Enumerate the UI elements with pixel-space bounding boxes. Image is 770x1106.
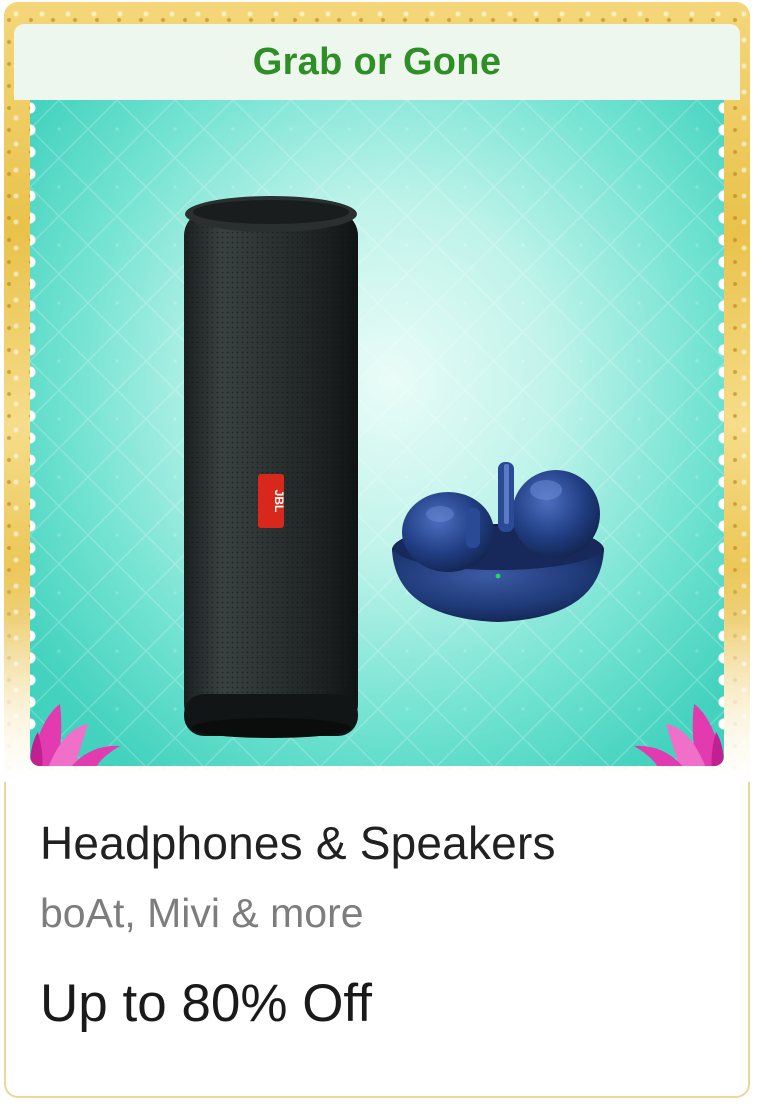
- deal-card[interactable]: Grab or Gone JBL Headphones & Speakers b…: [4, 2, 750, 1098]
- earbuds-case-icon: [392, 462, 604, 622]
- bluetooth-speaker-icon: JBL: [184, 196, 358, 738]
- deal-banner: Grab or Gone: [14, 24, 740, 100]
- banner-label: Grab or Gone: [252, 40, 502, 83]
- deal-brands: boAt, Mivi & more: [40, 890, 364, 936]
- deal-info: Headphones & Speakers boAt, Mivi & more …: [40, 802, 730, 1034]
- product-image-area[interactable]: JBL: [30, 100, 724, 766]
- lotus-decoration-icon: [634, 704, 724, 766]
- deal-category-title: Headphones & Speakers: [40, 817, 556, 869]
- scallop-edge-left: [30, 100, 44, 740]
- jbl-logo-text: JBL: [272, 490, 286, 513]
- scallop-edge-right: [710, 100, 724, 740]
- diamond-pattern: [30, 100, 724, 766]
- lotus-decoration-icon: [30, 704, 120, 766]
- deal-offer-text: Up to 80% Off: [40, 974, 372, 1033]
